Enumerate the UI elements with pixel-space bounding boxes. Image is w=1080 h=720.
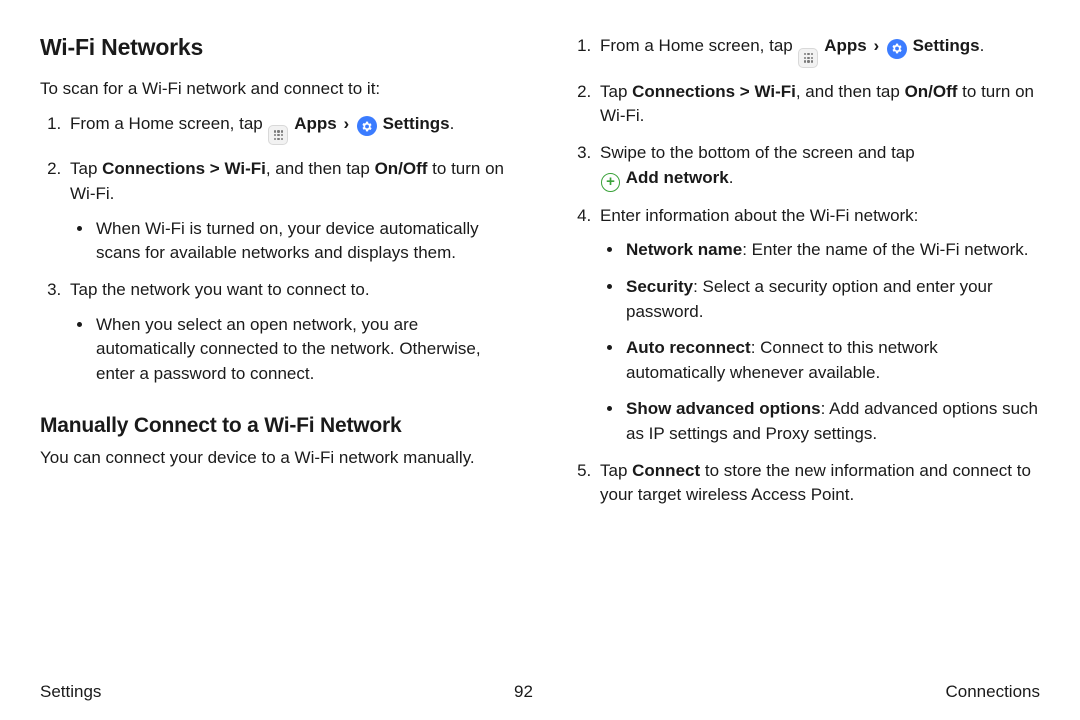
heading-manually-connect: Manually Connect to a Wi-Fi Network [40, 414, 510, 438]
step4-text: Enter information about the Wi-Fi networ… [600, 206, 918, 225]
auto-title: Auto reconnect [626, 338, 751, 357]
settings-label: Settings [383, 114, 450, 133]
steps-scan-list: From a Home screen, tap Apps › Settings.… [40, 112, 510, 387]
apps-icon [798, 48, 818, 68]
step-2: Tap Connections > Wi-Fi, and then tap On… [66, 157, 510, 266]
period: . [980, 36, 985, 55]
security-title: Security [626, 277, 693, 296]
step2-onoff: On/Off [905, 82, 958, 101]
apps-label: Apps [294, 114, 337, 133]
step2-onoff: On/Off [375, 159, 428, 178]
step-2: Tap Connections > Wi-Fi, and then tap On… [596, 80, 1040, 129]
step-3: Tap the network you want to connect to. … [66, 278, 510, 387]
period: . [450, 114, 455, 133]
step3-bullet: When you select an open network, you are… [94, 313, 510, 387]
step2-bullet: When Wi-Fi is turned on, your device aut… [94, 217, 510, 266]
step4-sublist: Network name: Enter the name of the Wi-F… [600, 238, 1040, 446]
netname-desc: : Enter the name of the Wi-Fi network. [742, 240, 1028, 259]
bullet-advanced: Show advanced options: Add advanced opti… [624, 397, 1040, 446]
bullet-security: Security: Select a security option and e… [624, 275, 1040, 324]
step3-text: Tap the network you want to connect to. [70, 280, 370, 299]
footer-page-number: 92 [514, 682, 533, 702]
period: . [729, 168, 734, 187]
settings-label: Settings [913, 36, 980, 55]
netname-title: Network name [626, 240, 742, 259]
footer-right: Connections [945, 682, 1040, 702]
step5-connect: Connect [632, 461, 700, 480]
add-network-label: Add network [626, 168, 729, 187]
intro-manual: You can connect your device to a Wi-Fi n… [40, 446, 510, 471]
page-footer: Settings 92 Connections [40, 652, 1040, 702]
step2-b: , and then tap [266, 159, 375, 178]
steps-manual-list: From a Home screen, tap Apps › Settings.… [570, 34, 1040, 508]
footer-left: Settings [40, 682, 101, 702]
step-1: From a Home screen, tap Apps › Settings. [66, 112, 510, 146]
right-column: From a Home screen, tap Apps › Settings.… [570, 34, 1040, 652]
gear-icon [887, 39, 907, 59]
step2-a: Tap [70, 159, 102, 178]
step2-sublist: When Wi-Fi is turned on, your device aut… [70, 217, 510, 266]
chevron-right-icon: › [871, 36, 881, 55]
step3-a: Swipe to the bottom of the screen and ta… [600, 143, 915, 162]
plus-icon [601, 173, 620, 192]
gear-icon [357, 116, 377, 136]
apps-label: Apps [824, 36, 867, 55]
bullet-auto-reconnect: Auto reconnect: Connect to this network … [624, 336, 1040, 385]
left-column: Wi-Fi Networks To scan for a Wi-Fi netwo… [40, 34, 510, 652]
apps-icon [268, 125, 288, 145]
step2-path: Connections > Wi-Fi [102, 159, 266, 178]
step-4: Enter information about the Wi-Fi networ… [596, 204, 1040, 447]
step-3: Swipe to the bottom of the screen and ta… [596, 141, 1040, 192]
adv-title: Show advanced options [626, 399, 821, 418]
step2-path: Connections > Wi-Fi [632, 82, 796, 101]
step-1: From a Home screen, tap Apps › Settings. [596, 34, 1040, 68]
step1-text-a: From a Home screen, tap [70, 114, 267, 133]
step1-text-a: From a Home screen, tap [600, 36, 797, 55]
heading-wifi-networks: Wi-Fi Networks [40, 34, 510, 61]
step-5: Tap Connect to store the new information… [596, 459, 1040, 508]
chevron-right-icon: › [341, 114, 351, 133]
bullet-network-name: Network name: Enter the name of the Wi-F… [624, 238, 1040, 263]
step2-a: Tap [600, 82, 632, 101]
page-body: Wi-Fi Networks To scan for a Wi-Fi netwo… [40, 34, 1040, 652]
step3-sublist: When you select an open network, you are… [70, 313, 510, 387]
intro-scan: To scan for a Wi-Fi network and connect … [40, 77, 510, 102]
step2-b: , and then tap [796, 82, 905, 101]
step5-a: Tap [600, 461, 632, 480]
